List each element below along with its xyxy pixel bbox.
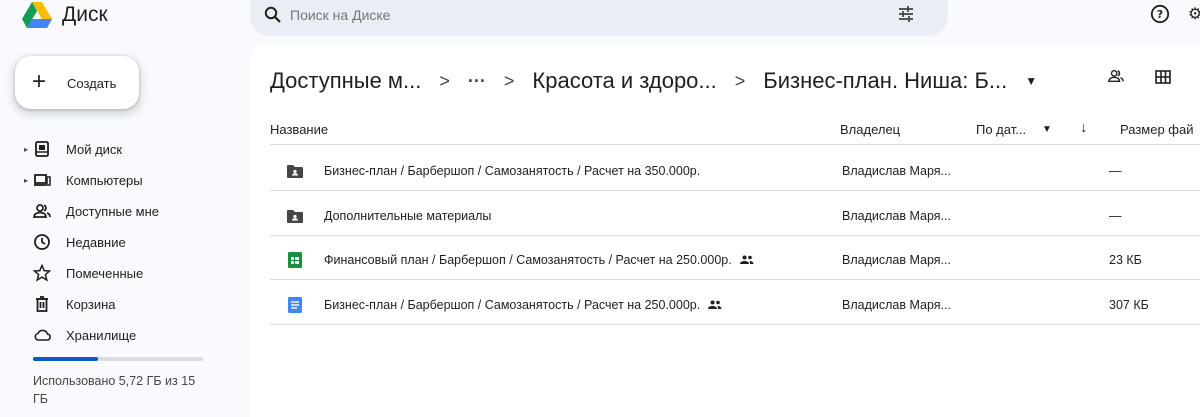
docs-icon	[287, 297, 303, 313]
search-input[interactable]	[288, 3, 852, 27]
sidebar-item-recent[interactable]: Недавние	[0, 228, 240, 256]
main-content: Доступные м... > ··· > Красота и здоро..…	[250, 44, 1200, 417]
help-icon[interactable]: ?	[1150, 4, 1170, 24]
my-drive-icon	[33, 140, 51, 158]
file-size: 307 КБ	[1109, 298, 1149, 312]
file-owner: Владислав Маря...	[842, 298, 951, 312]
storage-usage-fill	[33, 357, 98, 361]
shared-with-me-icon	[33, 202, 51, 220]
sidebar-item-storage[interactable]: Хранилище	[0, 321, 240, 349]
file-owner: Владислав Маря...	[842, 164, 951, 178]
breadcrumb: Доступные м... > ··· > Красота и здоро..…	[270, 64, 1037, 98]
sidebar-item-label: Мой диск	[66, 141, 123, 157]
cloud-icon	[33, 326, 51, 344]
more-horiz-icon[interactable]: ···	[468, 71, 486, 92]
file-size: 23 КБ	[1109, 253, 1142, 267]
settings-icon[interactable]: ⚙	[1188, 4, 1200, 24]
svg-text:?: ?	[1157, 8, 1163, 21]
storage-usage-text: Использовано 5,72 ГБ из 15 ГБ	[33, 374, 196, 406]
sidebar-item-computers[interactable]: ▸ Компьютеры	[0, 166, 240, 194]
search-bar[interactable]	[250, 0, 948, 36]
column-header-owner[interactable]: Владелец	[840, 122, 900, 137]
chevron-down-icon[interactable]: ▼	[1042, 124, 1052, 135]
table-row[interactable]: Бизнес-план / Барбершоп / Самозанятость …	[270, 286, 1200, 325]
file-name-text: Бизнес-план / Барбершоп / Самозанятость …	[324, 164, 701, 178]
shared-folder-people-icon[interactable]	[1108, 68, 1124, 84]
breadcrumb-current[interactable]: Бизнес-план. Ниша: Б...	[763, 68, 1007, 94]
create-label: Создать	[67, 76, 117, 91]
file-name-text: Дополнительные материалы	[324, 209, 492, 223]
sidebar-item-trash[interactable]: Корзина	[0, 290, 240, 318]
sidebar-item-label: Компьютеры	[66, 172, 143, 188]
table-row[interactable]: Финансовый план / Барбершоп / Самозанято…	[270, 241, 1200, 280]
breadcrumb-middle[interactable]: Красота и здоро...	[532, 68, 716, 94]
file-name: Финансовый план / Барбершоп / Самозанято…	[324, 253, 754, 267]
sidebar-item-starred[interactable]: Помеченные	[0, 259, 240, 287]
file-name-text: Бизнес-план / Барбершоп / Самозанятость …	[324, 298, 701, 312]
sort-arrow-down-icon[interactable]: ↓	[1080, 119, 1088, 136]
plus-icon: +	[32, 68, 47, 95]
shared-people-icon	[739, 255, 754, 265]
sidebar-item-label: Корзина	[66, 296, 116, 312]
chevron-down-icon[interactable]: ▼	[1025, 74, 1037, 88]
file-name: Бизнес-план / Барбершоп / Самозанятость …	[324, 164, 700, 178]
storage-usage-bar	[33, 357, 203, 361]
sidebar-item-my-drive[interactable]: ▸ Мой диск	[0, 135, 240, 163]
sidebar-item-label: Недавние	[66, 234, 126, 250]
clock-icon	[33, 233, 51, 251]
trash-icon	[33, 295, 51, 313]
folder-icon	[287, 208, 303, 224]
file-owner: Владислав Маря...	[842, 209, 951, 223]
star-icon	[33, 264, 51, 282]
drive-logo[interactable]: Диск	[22, 0, 108, 30]
sidebar-item-label: Хранилище	[66, 327, 137, 343]
shared-people-icon	[708, 300, 722, 310]
create-button[interactable]: + Создать	[15, 56, 139, 109]
drive-logo-icon	[22, 2, 52, 28]
folder-icon	[287, 163, 303, 179]
table-header: Название Владелец По дат... ▼ ↓ Размер ф…	[270, 114, 1200, 145]
table-row[interactable]: Бизнес-план / Барбершоп / Самозанятость …	[270, 152, 1200, 191]
column-header-name[interactable]: Название	[270, 122, 328, 137]
file-name-text: Финансовый план / Барбершоп / Самозанято…	[324, 253, 732, 267]
file-owner: Владислав Маря...	[842, 253, 951, 267]
search-options-icon[interactable]	[896, 4, 916, 24]
expand-caret-icon[interactable]: ▸	[24, 145, 28, 154]
file-name: Бизнес-план / Барбершоп / Самозанятость …	[324, 298, 722, 312]
grid-view-icon[interactable]	[1155, 70, 1171, 84]
computers-icon	[33, 171, 51, 189]
chevron-right-icon: >	[439, 70, 450, 91]
sheets-icon	[287, 252, 303, 268]
file-size: —	[1109, 164, 1122, 178]
file-size: —	[1109, 209, 1122, 223]
chevron-right-icon: >	[734, 70, 746, 91]
search-icon[interactable]	[264, 6, 282, 24]
breadcrumb-root[interactable]: Доступные м...	[270, 68, 421, 94]
file-name: Дополнительные материалы	[324, 209, 491, 223]
sidebar-item-label: Доступные мне	[66, 203, 160, 219]
column-header-sort[interactable]: По дат...	[976, 122, 1026, 137]
app-name: Диск	[62, 3, 108, 26]
sidebar-item-shared-with-me[interactable]: Доступные мне	[0, 197, 240, 225]
column-header-size[interactable]: Размер фай	[1120, 122, 1193, 137]
expand-caret-icon[interactable]: ▸	[24, 176, 28, 185]
table-row[interactable]: Дополнительные материалы Владислав Маря.…	[270, 197, 1200, 236]
sidebar-item-label: Помеченные	[66, 265, 144, 281]
chevron-right-icon: >	[503, 70, 515, 91]
